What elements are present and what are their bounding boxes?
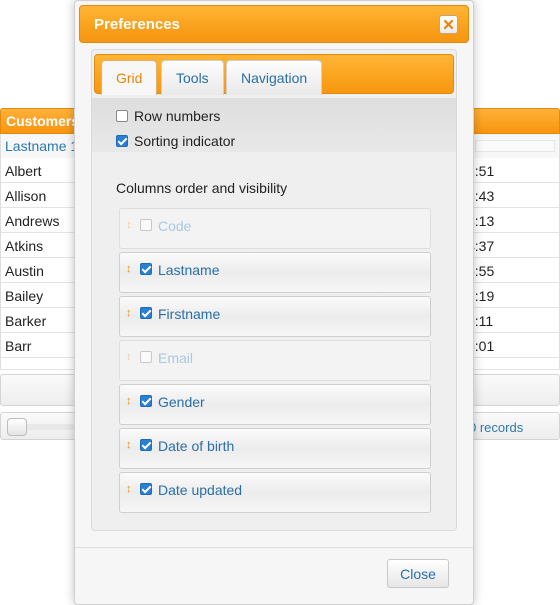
- column-label: Firstname: [158, 306, 221, 322]
- tab-tools[interactable]: Tools: [161, 60, 224, 95]
- column-checkbox-date-of-birth[interactable]: [140, 439, 152, 451]
- drag-handle-icon[interactable]: ↕: [126, 307, 136, 319]
- cell-name: Allison: [5, 188, 47, 204]
- row-numbers-checkbox[interactable]: [116, 110, 128, 122]
- column-label: Date of birth: [158, 438, 235, 454]
- column-checkbox-firstname[interactable]: [140, 307, 152, 319]
- column-item-code[interactable]: ↕ Code: [119, 208, 431, 249]
- row-numbers-option[interactable]: Row numbers: [116, 108, 220, 124]
- tab-navigation[interactable]: Navigation: [226, 60, 323, 95]
- column-item-date-of-birth[interactable]: ↕ Date of birth: [119, 428, 431, 469]
- cell-name: Andrews: [5, 213, 60, 229]
- close-icon[interactable]: [439, 15, 458, 34]
- drag-handle-icon[interactable]: ↕: [126, 439, 136, 451]
- pager-slider-handle[interactable]: [7, 418, 27, 436]
- tab-bar: Grid Tools Navigation: [94, 54, 454, 95]
- column-label: Lastname: [158, 262, 220, 278]
- column-item-email[interactable]: ↕ Email: [119, 340, 431, 381]
- column-label: Code: [158, 218, 192, 234]
- row-numbers-label: Row numbers: [134, 108, 221, 124]
- columns-list: ↕ Code ↕ Lastname ↕ Firstname ↕ Email ↕: [119, 208, 431, 516]
- drag-handle-icon[interactable]: ↕: [126, 483, 136, 495]
- column-item-lastname[interactable]: ↕ Lastname: [119, 252, 431, 293]
- grid-options: Row numbers Sorting indicator: [92, 98, 456, 152]
- tab-grid[interactable]: Grid: [101, 60, 158, 95]
- column-label: Email: [158, 350, 194, 366]
- grid-title: Customers: [6, 113, 80, 129]
- drag-handle-icon[interactable]: ↕: [126, 263, 136, 275]
- column-checkbox-code: [140, 219, 152, 231]
- column-label: Date updated: [158, 482, 243, 498]
- close-x-icon: [443, 19, 454, 30]
- column-checkbox-date-updated[interactable]: [140, 483, 152, 495]
- column-item-date-updated[interactable]: ↕ Date updated: [119, 472, 431, 513]
- dialog-title: Preferences: [94, 16, 180, 33]
- dialog-footer-divider: [75, 547, 473, 548]
- cell-name: Albert: [5, 163, 42, 179]
- dialog-titlebar[interactable]: Preferences: [79, 5, 469, 43]
- cell-name: Atkins: [5, 238, 44, 254]
- drag-handle-icon[interactable]: ↕: [126, 351, 136, 363]
- preferences-dialog: Preferences Grid Tools Navigation Row nu…: [74, 0, 474, 605]
- cell-name: Barker: [5, 313, 47, 329]
- column-label: Gender: [158, 394, 205, 410]
- column-checkbox-gender[interactable]: [140, 395, 152, 407]
- cell-name: Austin: [5, 263, 44, 279]
- column-checkbox-lastname[interactable]: [140, 263, 152, 275]
- records-count: 0 records: [469, 420, 524, 435]
- cell-name: Barr: [5, 338, 32, 354]
- column-item-gender[interactable]: ↕ Gender: [119, 384, 431, 425]
- close-button[interactable]: Close: [387, 559, 449, 588]
- sorting-indicator-option[interactable]: Sorting indicator: [116, 133, 235, 149]
- column-header-lastname[interactable]: Lastname 1: [5, 138, 78, 154]
- dialog-content: Grid Tools Navigation Row numbers Sortin…: [91, 49, 457, 531]
- sorting-indicator-label: Sorting indicator: [134, 133, 236, 149]
- column-checkbox-email: [140, 351, 152, 363]
- column-header-filter[interactable]: [475, 140, 555, 152]
- cell-name: Bailey: [5, 288, 44, 304]
- column-item-firstname[interactable]: ↕ Firstname: [119, 296, 431, 337]
- sorting-indicator-checkbox[interactable]: [116, 135, 128, 147]
- drag-handle-icon[interactable]: ↕: [126, 395, 136, 407]
- drag-handle-icon[interactable]: ↕: [126, 219, 136, 231]
- columns-section-title: Columns order and visibility: [116, 180, 288, 196]
